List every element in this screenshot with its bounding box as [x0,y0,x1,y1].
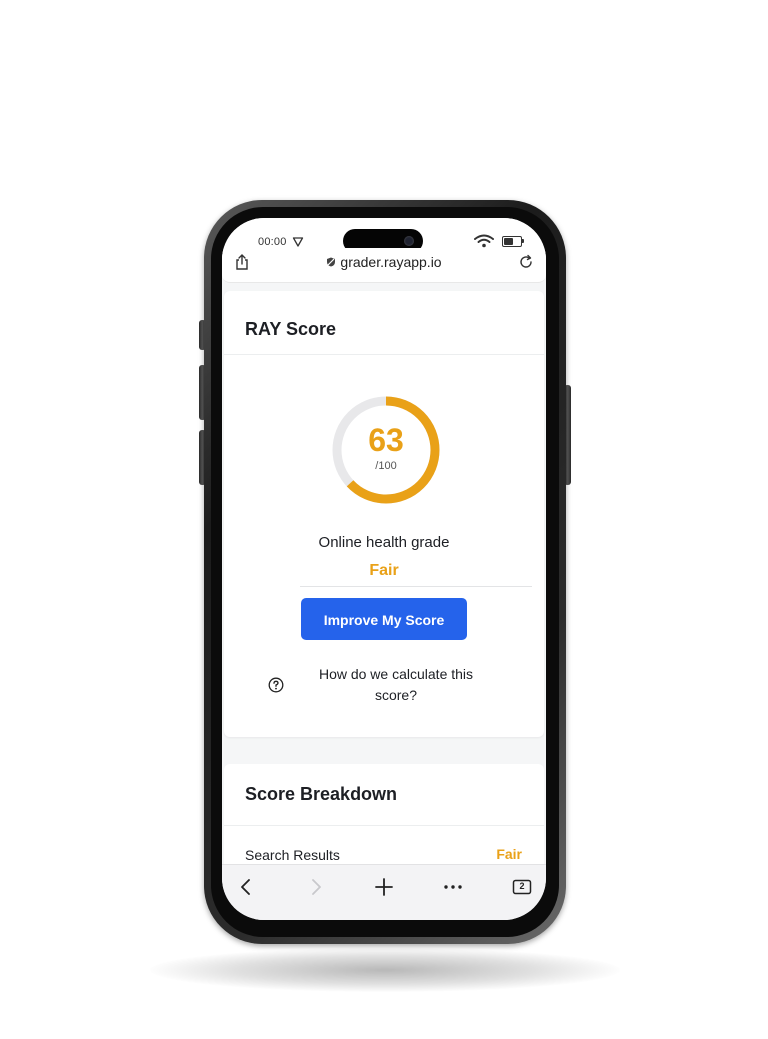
back-icon[interactable] [234,875,258,899]
phone-screen: 00:00 grader.rayapp.io RAY Score 63 /100… [222,218,546,920]
card-divider [224,354,544,355]
reload-icon[interactable] [518,254,534,270]
tabs-icon[interactable]: 2 [510,875,534,899]
grade-divider [300,586,532,587]
breakdown-row-label: Search Results [245,847,340,863]
browser-toolbar: 2 [222,864,546,920]
improve-score-button[interactable]: Improve My Score [301,598,467,640]
score-max: /100 [375,460,397,472]
device-shadow [150,948,620,992]
grade-value: Fair [369,562,399,579]
wifi-icon [474,234,494,248]
location-icon [292,237,304,247]
url-text: grader.rayapp.io [340,254,442,270]
card-title-ray-score: RAY Score [245,319,337,339]
card-divider [224,825,544,826]
score-breakdown-card: Score Breakdown Search Results Fair [224,764,544,864]
forward-icon[interactable] [304,875,328,899]
address-bar[interactable]: grader.rayapp.io [222,248,546,283]
card-title-score-breakdown: Score Breakdown [245,784,398,804]
calculation-help-link[interactable]: How do we calculate this score? [306,664,486,706]
url-field[interactable]: grader.rayapp.io [222,254,546,270]
breakdown-row-value: Fair [496,846,522,862]
battery-level [504,238,513,245]
lock-icon [327,257,336,267]
front-camera [404,236,414,246]
device-mockup: 00:00 grader.rayapp.io RAY Score 63 /100… [0,0,768,1039]
grade-label: Online health grade [318,534,450,551]
help-icon[interactable] [268,677,284,693]
more-icon[interactable] [441,875,465,899]
add-tab-icon[interactable] [372,875,396,899]
status-time: 00:00 [258,236,287,248]
score-value: 63 [368,422,404,458]
battery-tip [522,239,524,243]
battery-icon [502,236,522,247]
ray-score-card: RAY Score 63 /100 Online health grade Fa… [224,291,544,737]
tab-count: 2 [519,881,525,891]
